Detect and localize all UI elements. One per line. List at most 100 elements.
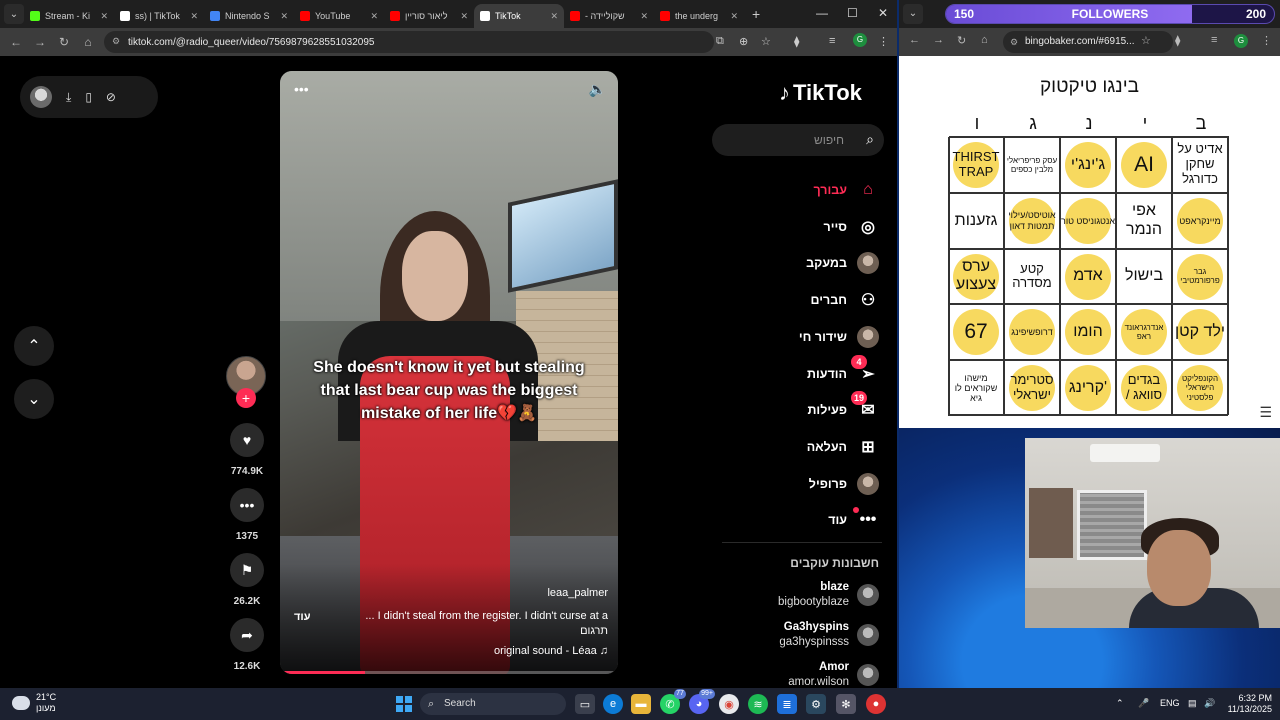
bingo-cell[interactable]: אוטיסט/עילוי תמטות דאון [1004,192,1060,249]
tab-close-icon[interactable]: ✕ [640,11,648,22]
bingo-cell[interactable]: הומו [1060,304,1116,361]
following-account[interactable]: Amor amor.wilson [788,660,879,688]
sidebar-item[interactable]: העלאה ⊞ [807,435,879,459]
phone-icon[interactable]: ▯ [85,90,92,104]
speaker-icon[interactable]: 🔊 [1204,698,1215,709]
obs-icon[interactable]: ● [866,694,886,714]
minimize-button[interactable]: — [816,6,828,20]
install-icon[interactable]: ⧉ [716,35,724,48]
bingo-cell[interactable]: דרופשיפינג [1004,304,1060,361]
sidebar-item[interactable]: חברים ⚇ [811,288,879,312]
right-tab-search-button[interactable]: ⌄ [903,4,923,24]
bingo-cell[interactable]: אנטגוניסט טור [1060,192,1116,249]
volume-icon[interactable]: 🔈 [589,81,606,98]
sidebar-item[interactable]: הודעות ➢ 4 [807,354,879,386]
bingo-cell[interactable]: AI [1116,137,1172,193]
bingo-cell[interactable]: ג'ינג'י [1060,137,1116,193]
sidebar-item[interactable]: פעילות ✉ 19 [807,391,879,422]
tab-close-icon[interactable]: ✕ [280,11,288,22]
sidebar-item[interactable]: במעקב [806,251,879,275]
video-player[interactable]: ••• 🔈 She doesn't know it yet but steali… [280,71,618,674]
following-account[interactable]: blaze bigbootyblaze [778,580,879,610]
browser-tab[interactable]: - שקוליידה ✕ [564,4,654,28]
bingo-cell[interactable]: הקונפליקט הישראלי פלסטיני [1172,360,1228,416]
right-site-info-icon[interactable]: ⚙ [1010,31,1018,53]
bingo-cell[interactable]: גבר פרפורמטיבי [1172,248,1228,305]
search-input[interactable]: חיפוש ⌕ [712,124,884,156]
bingo-cell[interactable]: 'קרינג [1060,360,1116,416]
browser-tab[interactable]: Stream - Ki ✕ [24,4,114,28]
reading-list-icon[interactable]: ≡ [829,35,835,47]
right-menu-icon[interactable]: ⋮ [1261,34,1272,47]
sidebar-item[interactable]: שידור חי [799,325,879,349]
browser-tab[interactable]: YouTube ✕ [294,4,384,28]
bingo-cell[interactable]: 67 [948,304,1004,361]
tray-expand-icon[interactable]: ⌃ [1116,698,1124,709]
search-icon[interactable]: ⌕ [866,131,874,148]
whatsapp-icon[interactable]: ✆ 77 [660,689,686,714]
follow-button[interactable]: + [236,388,256,408]
tab-close-icon[interactable]: ✕ [100,11,108,22]
tab-close-icon[interactable]: ✕ [370,11,378,22]
tab-close-icon[interactable]: ✕ [550,11,558,22]
language-indicator[interactable]: ENG [1160,698,1180,708]
bingo-cell[interactable]: אנדרגראונד ראפ [1116,304,1172,361]
bingo-cell[interactable]: עסק פריפריאלי מלבין כספים [1004,137,1060,193]
bingo-cell[interactable]: גזענות [948,192,1004,249]
browser-tab[interactable]: Nintendo S ✕ [204,4,294,28]
home-icon[interactable]: ⌂ [76,35,100,49]
maximize-button[interactable]: ☐ [847,6,858,20]
sidebar-item[interactable]: סייר ◎ [824,215,879,239]
discord-icon[interactable]: ◕ 99+ [689,689,715,714]
tab-search-button[interactable]: ⌄ [4,4,24,24]
right-reading-list-icon[interactable]: ≡ [1211,34,1217,46]
task-view-icon[interactable]: ▭ [575,694,595,714]
network-icon[interactable]: ▤ [1188,698,1197,709]
extensions-icon[interactable]: ⧫ [794,35,799,48]
save-button[interactable]: ⚑ [230,553,264,587]
browser-tab[interactable]: ליאור סוריין ✕ [384,4,474,28]
video-more-icon[interactable]: ••• [294,81,309,97]
address-bar[interactable]: ⚙ tiktok.com/@radio_queer/video/75698796… [104,31,714,53]
translate-link[interactable]: תרגום [308,624,608,639]
download-icon[interactable]: ⤓ [66,90,71,105]
new-tab-button[interactable]: + [752,6,760,22]
steam-icon[interactable]: ⚙ [806,694,826,714]
zoom-icon[interactable]: ⊕ [739,35,748,48]
bingo-cell[interactable]: ערס צעצוע [948,248,1004,305]
tab-close-icon[interactable]: ✕ [730,11,738,22]
description-more-link[interactable]: עוד [294,611,311,623]
browser-tab[interactable]: ss) | TikTok ✕ [114,4,204,28]
bingo-cell[interactable]: THIRST TRAP [948,137,1004,193]
video-username[interactable]: leaa_palmer [547,587,608,599]
bingo-cell[interactable]: ילד קטן [1172,304,1228,361]
weather-widget[interactable]: 21°C מעונן [12,692,56,714]
start-button[interactable] [396,696,412,712]
share-button[interactable]: ➦ [230,618,264,652]
file-explorer-icon[interactable]: ▬ [631,694,651,714]
close-window-button[interactable]: ✕ [878,6,888,20]
forward-icon[interactable]: → [28,35,52,49]
bingo-cell[interactable]: אדיט על שחקן כדורגל [1172,137,1228,193]
sidebar-item[interactable]: עבורך ⌂ [813,178,879,202]
right-forward-icon[interactable]: → [933,34,944,46]
browser-tab[interactable]: TikTok ✕ [474,4,564,28]
bingo-cell[interactable]: מישהו שקוראים לו גיא [948,360,1004,416]
right-profile-avatar[interactable]: G [1234,34,1248,48]
settings-icon[interactable]: ✻ [836,694,856,714]
tiktok-logo[interactable]: ♪ TikTok [779,80,862,106]
right-extensions-icon[interactable]: ⧫ [1175,34,1180,47]
chrome-icon[interactable]: ◉ [719,694,739,714]
hamburger-menu-icon[interactable]: ☰ [1259,404,1272,421]
like-button[interactable]: ♥ [230,423,264,457]
site-info-icon[interactable]: ⚙ [112,36,120,47]
compass-icon[interactable]: ⊘ [106,90,116,104]
sidebar-item[interactable]: פרופיל [809,472,879,496]
bingo-cell[interactable]: אפי הנמר [1116,192,1172,249]
video-progress-bar[interactable] [280,671,618,674]
profile-avatar[interactable]: G [853,33,867,47]
taskbar-clock[interactable]: 6:32 PM 11/13/2025 [1224,693,1272,715]
browser-tab[interactable]: the underg ✕ [654,4,744,28]
microphone-icon[interactable]: 🎤 [1138,698,1149,709]
reload-icon[interactable]: ↻ [52,35,76,49]
